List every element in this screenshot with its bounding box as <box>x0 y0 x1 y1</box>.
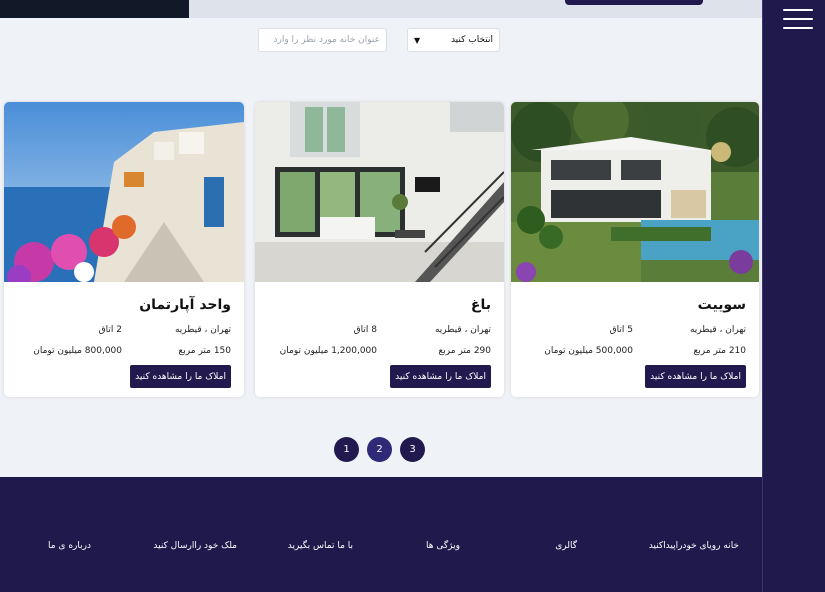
property-price: 500,000 میلیون تومان <box>544 346 633 356</box>
footer-link-dream-home[interactable]: خانه رویای خودراپیداکنید <box>649 541 739 551</box>
footer-link-send-property[interactable]: ملک خود راارسال کنید <box>153 541 237 551</box>
category-select-value: انتخاب کنید <box>450 35 493 45</box>
page-button-2[interactable]: 2 <box>367 437 392 462</box>
top-bar-dark-block <box>0 0 189 18</box>
search-row: انتخاب کنید ▼ <box>0 28 762 52</box>
hamburger-line <box>783 9 813 11</box>
property-location: تهران ، قیطریه <box>434 325 491 335</box>
page-button-1[interactable]: 1 <box>334 437 359 462</box>
property-price: 1,200,000 میلیون تومان <box>279 346 377 356</box>
hamburger-line <box>783 27 813 29</box>
apartment-image <box>4 102 244 282</box>
property-area: 150 متر مربع <box>178 346 232 356</box>
property-card: سوییت تهران ، قیطریه 5 اتاق 210 متر مربع… <box>511 102 759 397</box>
villa-image <box>511 102 759 282</box>
footer-link-about[interactable]: درباره ی ما <box>48 541 91 551</box>
hamburger-line <box>783 18 813 20</box>
top-bar <box>0 0 762 18</box>
view-properties-button[interactable]: املاک ما را مشاهده کنید <box>645 365 746 388</box>
footer-link-contact[interactable]: با ما تماس بگیرید <box>288 541 353 551</box>
property-rooms: 8 اتاق <box>353 325 377 335</box>
chevron-down-icon: ▼ <box>414 35 421 45</box>
view-properties-button[interactable]: املاک ما را مشاهده کنید <box>390 365 491 388</box>
property-area: 210 متر مربع <box>693 346 747 356</box>
property-image-villa[interactable] <box>511 102 759 282</box>
property-rooms: 5 اتاق <box>609 325 633 335</box>
sidebar <box>762 0 825 592</box>
property-card: واحد آپارتمان تهران ، قیطریه 2 اتاق 150 … <box>4 102 244 397</box>
property-price: 800,000 میلیون تومان <box>33 346 122 356</box>
property-image-interior[interactable] <box>255 102 504 282</box>
property-area: 290 متر مربع <box>438 346 492 356</box>
hamburger-menu-icon[interactable] <box>783 9 813 33</box>
top-bar-button[interactable] <box>565 0 703 5</box>
interior-image <box>255 102 504 282</box>
footer-link-features[interactable]: ویژگی ها <box>426 541 460 551</box>
property-title: باغ <box>470 297 491 313</box>
property-location: تهران ، قیطریه <box>174 325 231 335</box>
search-input[interactable] <box>258 28 387 52</box>
property-title: سوییت <box>697 297 746 313</box>
page-button-3[interactable]: 3 <box>400 437 425 462</box>
property-rooms: 2 اتاق <box>98 325 122 335</box>
property-title: واحد آپارتمان <box>139 297 231 313</box>
footer: خانه رویای خودراپیداکنید گالری ویژگی ها … <box>0 477 762 592</box>
property-image-apartment[interactable] <box>4 102 244 282</box>
property-location: تهران ، قیطریه <box>689 325 746 335</box>
pagination: 1 2 3 <box>334 437 425 462</box>
category-select[interactable]: انتخاب کنید ▼ <box>407 28 500 52</box>
property-card: باغ تهران ، قیطریه 8 اتاق 290 متر مربع 1… <box>255 102 504 397</box>
view-properties-button[interactable]: املاک ما را مشاهده کنید <box>130 365 231 388</box>
footer-link-gallery[interactable]: گالری <box>555 541 577 551</box>
